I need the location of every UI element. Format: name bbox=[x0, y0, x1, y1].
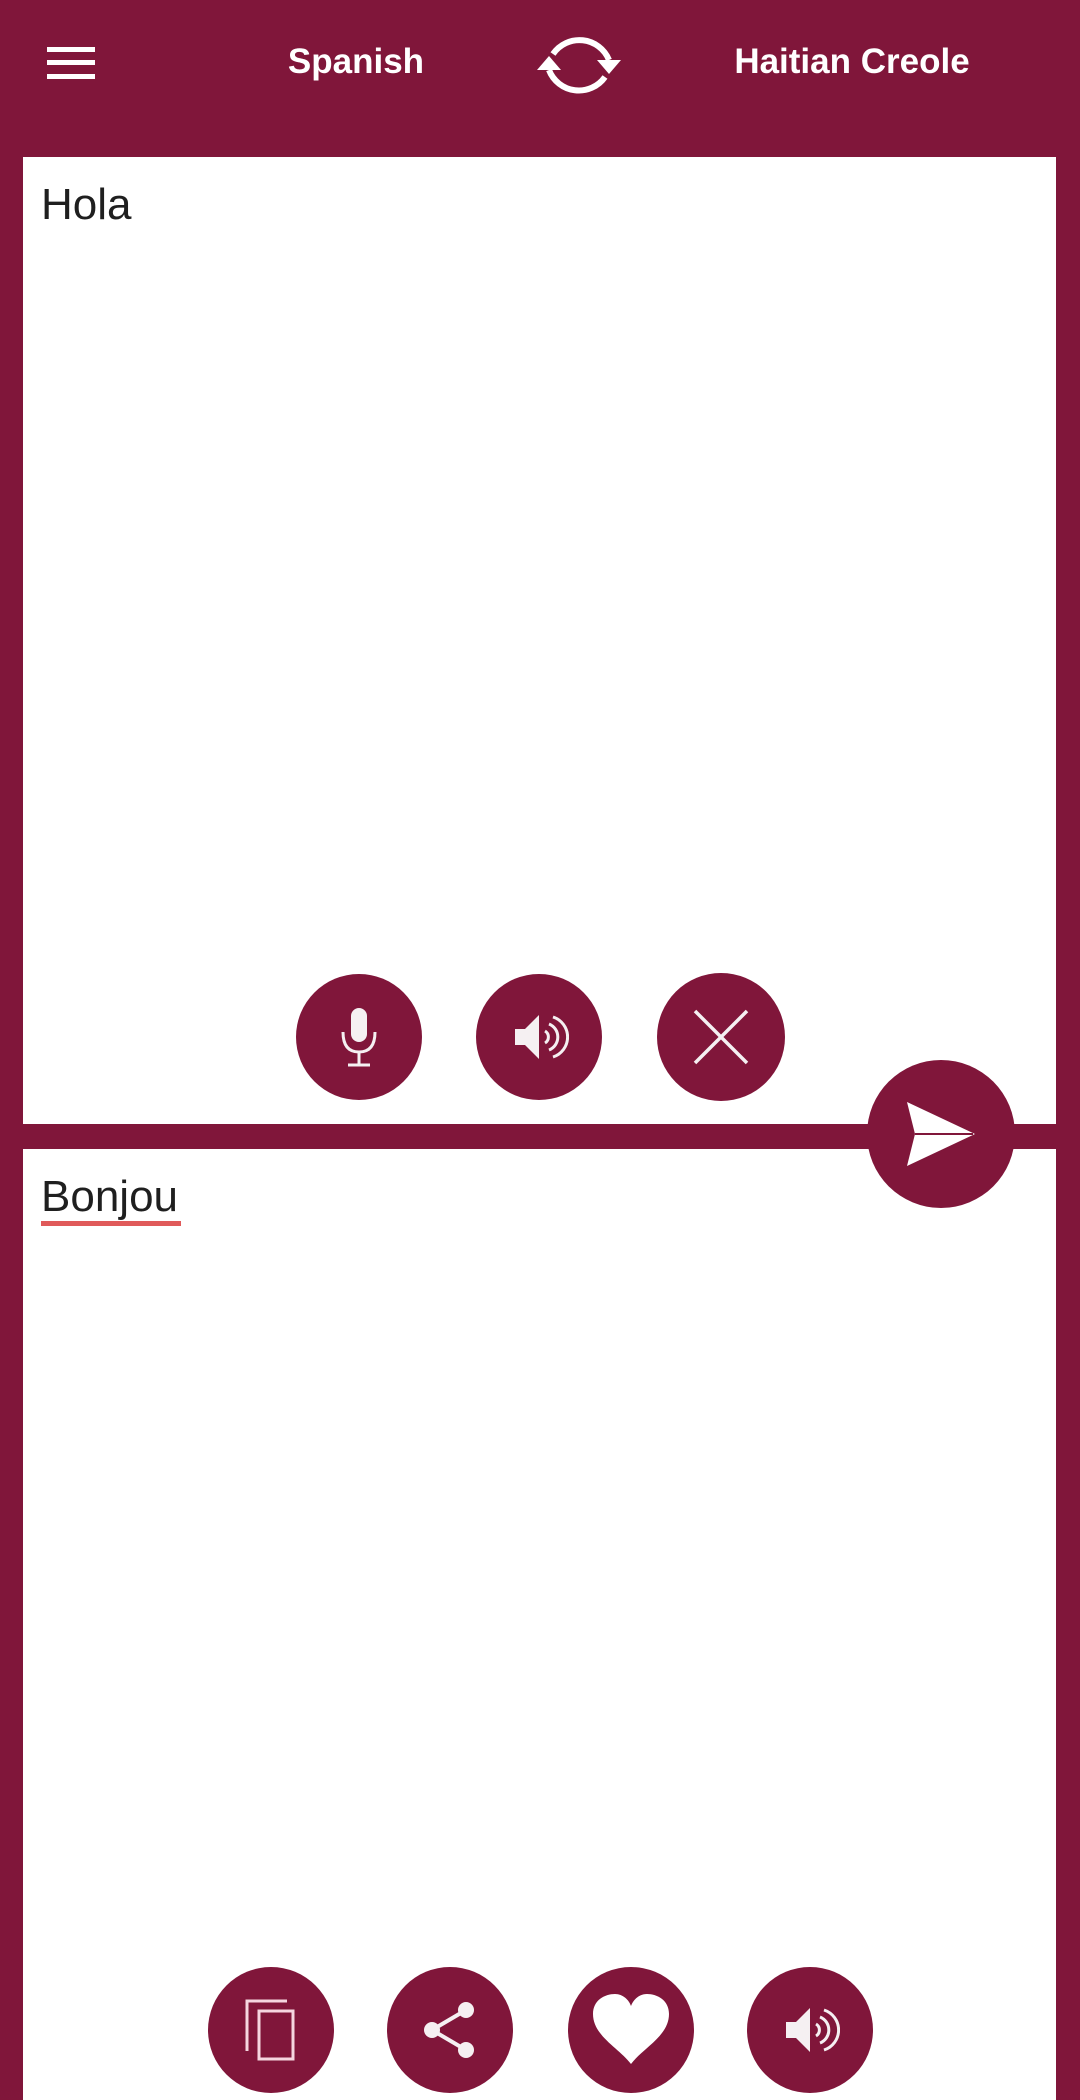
source-text-input[interactable]: Hola bbox=[41, 179, 1021, 231]
share-icon bbox=[424, 2002, 474, 2058]
microphone-icon bbox=[341, 1008, 377, 1067]
source-language-selector[interactable]: Spanish bbox=[256, 40, 456, 84]
spellcheck-underline bbox=[41, 1221, 181, 1226]
menu-line bbox=[47, 74, 95, 79]
translation-text: Bonjou bbox=[41, 1172, 179, 1221]
speak-translation-button[interactable] bbox=[747, 1967, 873, 2093]
translate-send-button[interactable] bbox=[867, 1060, 1015, 1208]
share-button[interactable] bbox=[387, 1967, 513, 2093]
app-header: Spanish Haitian Creole bbox=[0, 0, 1080, 150]
speak-source-button[interactable] bbox=[476, 974, 602, 1100]
heart-icon bbox=[593, 1994, 669, 2064]
speaker-icon bbox=[786, 2008, 840, 2052]
swap-languages-icon bbox=[537, 37, 621, 94]
copy-button[interactable] bbox=[208, 1967, 334, 2093]
close-icon bbox=[693, 1009, 749, 1065]
translation-panel: Bonjou bbox=[23, 1149, 1056, 2100]
hamburger-menu-icon[interactable] bbox=[47, 45, 95, 81]
target-language-selector[interactable]: Haitian Creole bbox=[702, 40, 1002, 84]
clear-text-button[interactable] bbox=[657, 973, 785, 1101]
menu-line bbox=[47, 47, 95, 52]
copy-icon bbox=[245, 1999, 295, 2061]
swap-languages-button[interactable] bbox=[533, 24, 625, 106]
favorite-button[interactable] bbox=[568, 1967, 694, 2093]
microphone-button[interactable] bbox=[296, 974, 422, 1100]
send-icon bbox=[907, 1102, 975, 1166]
menu-line bbox=[47, 60, 95, 65]
speaker-icon bbox=[515, 1015, 569, 1059]
source-text-panel: Hola bbox=[23, 157, 1056, 1124]
